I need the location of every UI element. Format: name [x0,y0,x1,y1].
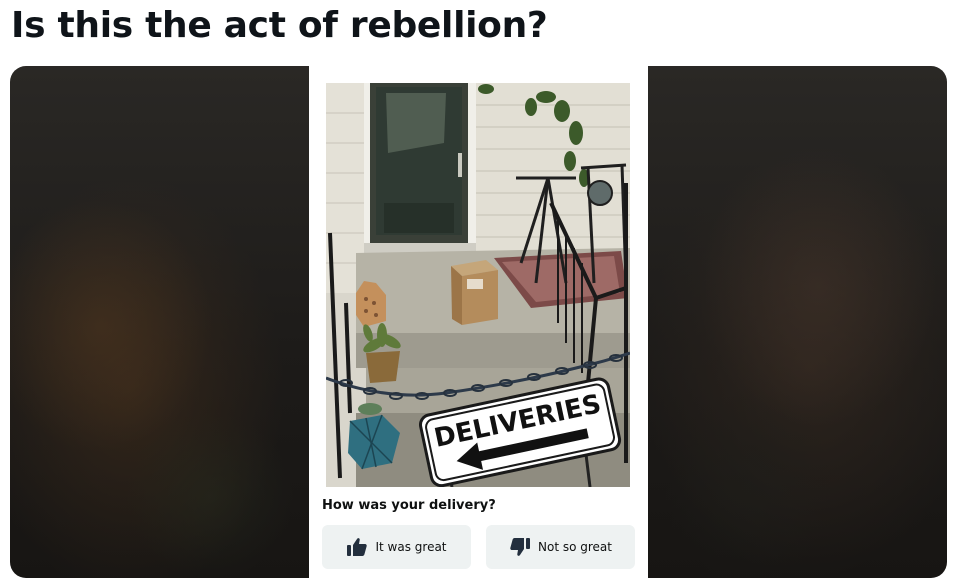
it-was-great-button[interactable]: It was great [322,525,471,569]
not-so-great-button[interactable]: Not so great [486,525,635,569]
delivery-photo[interactable]: DELIVERIES [326,83,630,487]
post-title: Is this the act of rebellion? [11,5,548,46]
delivery-card: DELIVERIES How was your delivery? It was… [309,66,648,578]
it-was-great-label: It was great [375,540,447,554]
delivery-feedback-question: How was your delivery? [322,498,496,513]
blurred-background-left [10,66,309,578]
thumbs-down-icon [509,536,531,558]
media-frame[interactable]: DELIVERIES How was your delivery? It was… [10,66,947,578]
thumbs-up-icon [346,536,368,558]
not-so-great-label: Not so great [538,540,612,554]
blurred-background-right [648,66,947,578]
